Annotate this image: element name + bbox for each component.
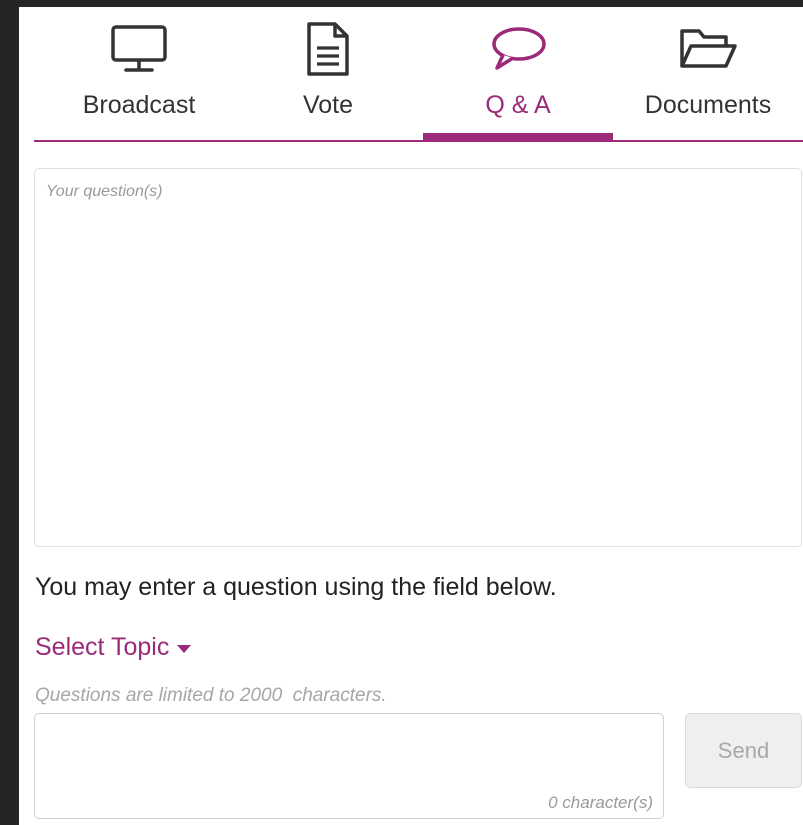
- folder-open-icon: [613, 23, 803, 75]
- instruction-text: You may enter a question using the field…: [35, 573, 557, 601]
- tab-vote[interactable]: Vote: [233, 7, 423, 140]
- active-tab-indicator: [423, 133, 613, 140]
- select-topic-label: Select Topic: [35, 633, 170, 661]
- tab-documents[interactable]: Documents: [613, 7, 803, 140]
- monitor-icon: [44, 23, 234, 75]
- character-count: 0 character(s): [548, 793, 653, 812]
- speech-bubble-icon: [423, 23, 613, 75]
- tab-broadcast[interactable]: Broadcast: [44, 7, 234, 140]
- tab-documents-label: Documents: [644, 91, 772, 119]
- question-history-placeholder: Your question(s): [46, 183, 163, 200]
- tab-qa-label: Q & A: [485, 91, 551, 119]
- qa-panel: Broadcast Vote Q & A Documents Your ques…: [19, 7, 803, 825]
- document-icon: [233, 22, 423, 76]
- tab-qa[interactable]: Q & A: [423, 7, 613, 140]
- tab-vote-label: Vote: [302, 91, 354, 119]
- character-limit-text: Questions are limited to 2000 characters…: [35, 685, 387, 706]
- tab-bar: Broadcast Vote Q & A Documents: [34, 7, 803, 142]
- caret-down-icon: [177, 644, 192, 653]
- tab-broadcast-label: Broadcast: [82, 91, 196, 119]
- question-history-box[interactable]: Your question(s): [34, 168, 802, 547]
- send-button[interactable]: Send: [685, 713, 802, 788]
- select-topic-dropdown[interactable]: Select Topic: [35, 633, 192, 662]
